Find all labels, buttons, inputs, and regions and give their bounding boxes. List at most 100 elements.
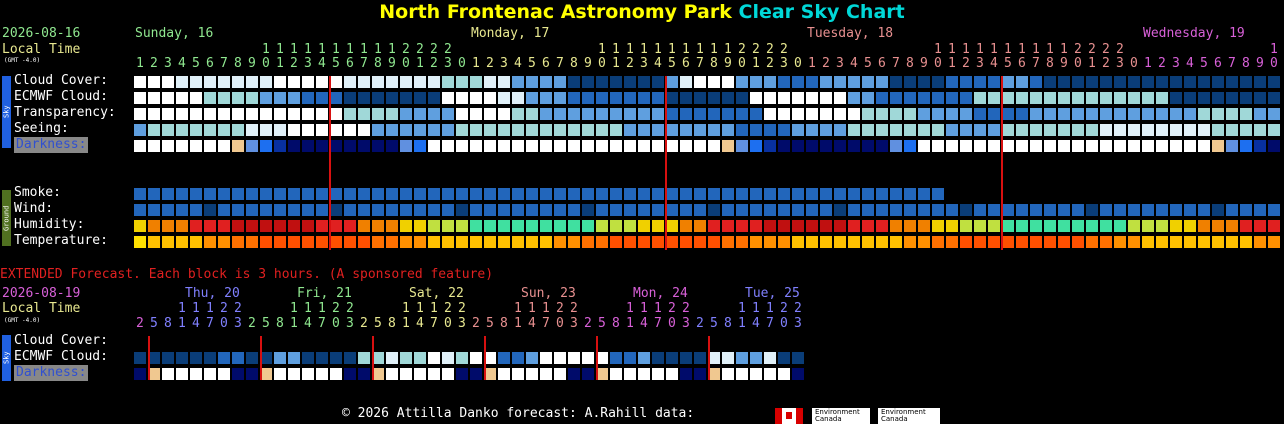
humidity-block[interactable] — [960, 220, 972, 232]
dark-block[interactable] — [1184, 140, 1196, 152]
transparency-block[interactable] — [540, 108, 552, 120]
smoke-block[interactable] — [162, 188, 174, 200]
humidity-block[interactable] — [456, 220, 468, 232]
temperature-block[interactable] — [1156, 236, 1168, 248]
transparency-block[interactable] — [400, 108, 412, 120]
seeing-block[interactable] — [456, 124, 468, 136]
cloud-block[interactable] — [666, 76, 678, 88]
transparency-block[interactable] — [246, 108, 258, 120]
seeing-block[interactable] — [820, 124, 832, 136]
cloud-block[interactable] — [722, 76, 734, 88]
dark-block[interactable] — [428, 140, 440, 152]
ecmwf-block[interactable] — [358, 92, 370, 104]
ecmwf-block[interactable] — [1072, 92, 1084, 104]
dark-block[interactable] — [316, 140, 328, 152]
humidity-block[interactable] — [862, 220, 874, 232]
ecmwf-block[interactable] — [246, 92, 258, 104]
ext-dark-block[interactable] — [246, 368, 258, 380]
transparency-block[interactable] — [806, 108, 818, 120]
temperature-block[interactable] — [1254, 236, 1266, 248]
smoke-block[interactable] — [358, 188, 370, 200]
humidity-block[interactable] — [680, 220, 692, 232]
cloud-block[interactable] — [974, 76, 986, 88]
seeing-block[interactable] — [1072, 124, 1084, 136]
dark-block[interactable] — [596, 140, 608, 152]
smoke-block[interactable] — [414, 188, 426, 200]
cloud-block[interactable] — [652, 76, 664, 88]
dark-block[interactable] — [372, 140, 384, 152]
seeing-block[interactable] — [232, 124, 244, 136]
ext-cloud-block[interactable] — [204, 352, 216, 364]
wind-block[interactable] — [414, 204, 426, 216]
cloud-block[interactable] — [680, 76, 692, 88]
temperature-block[interactable] — [1170, 236, 1182, 248]
seeing-block[interactable] — [638, 124, 650, 136]
humidity-block[interactable] — [708, 220, 720, 232]
ext-dark-block[interactable] — [666, 368, 678, 380]
temperature-block[interactable] — [484, 236, 496, 248]
ecmwf-block[interactable] — [876, 92, 888, 104]
smoke-block[interactable] — [540, 188, 552, 200]
wind-block[interactable] — [778, 204, 790, 216]
humidity-block[interactable] — [1030, 220, 1042, 232]
dark-block[interactable] — [946, 140, 958, 152]
ext-dark-block[interactable] — [680, 368, 692, 380]
smoke-block[interactable] — [526, 188, 538, 200]
wind-block[interactable] — [330, 204, 342, 216]
seeing-block[interactable] — [1058, 124, 1070, 136]
transparency-block[interactable] — [274, 108, 286, 120]
transparency-block[interactable] — [974, 108, 986, 120]
humidity-block[interactable] — [1016, 220, 1028, 232]
cloud-block[interactable] — [778, 76, 790, 88]
cloud-block[interactable] — [638, 76, 650, 88]
temperature-block[interactable] — [134, 236, 146, 248]
seeing-block[interactable] — [1156, 124, 1168, 136]
ext-cloud-block[interactable] — [400, 352, 412, 364]
smoke-block[interactable] — [666, 188, 678, 200]
ext-cloud-block[interactable] — [428, 352, 440, 364]
dark-block[interactable] — [890, 140, 902, 152]
ext-dark-block[interactable] — [750, 368, 762, 380]
ecmwf-block[interactable] — [190, 92, 202, 104]
ecmwf-block[interactable] — [988, 92, 1000, 104]
temperature-block[interactable] — [1212, 236, 1224, 248]
ext-cloud-block[interactable] — [456, 352, 468, 364]
ecmwf-block[interactable] — [904, 92, 916, 104]
temperature-block[interactable] — [1016, 236, 1028, 248]
ext-dark-block[interactable] — [764, 368, 776, 380]
ext-cloud-block[interactable] — [330, 352, 342, 364]
seeing-block[interactable] — [246, 124, 258, 136]
dark-block[interactable] — [792, 140, 804, 152]
ext-cloud-block[interactable] — [442, 352, 454, 364]
dark-block[interactable] — [498, 140, 510, 152]
cloud-block[interactable] — [918, 76, 930, 88]
transparency-block[interactable] — [316, 108, 328, 120]
wind-block[interactable] — [1240, 204, 1252, 216]
transparency-block[interactable] — [386, 108, 398, 120]
cloud-block[interactable] — [960, 76, 972, 88]
humidity-block[interactable] — [526, 220, 538, 232]
wind-block[interactable] — [1254, 204, 1266, 216]
cloud-block[interactable] — [344, 76, 356, 88]
cloud-block[interactable] — [274, 76, 286, 88]
transparency-block[interactable] — [526, 108, 538, 120]
dark-block[interactable] — [1142, 140, 1154, 152]
humidity-block[interactable] — [400, 220, 412, 232]
humidity-block[interactable] — [1184, 220, 1196, 232]
temperature-block[interactable] — [1058, 236, 1070, 248]
cloud-block[interactable] — [1142, 76, 1154, 88]
ext-dark-block[interactable] — [330, 368, 342, 380]
seeing-block[interactable] — [260, 124, 272, 136]
temperature-block[interactable] — [582, 236, 594, 248]
smoke-block[interactable] — [890, 188, 902, 200]
wind-block[interactable] — [134, 204, 146, 216]
seeing-block[interactable] — [274, 124, 286, 136]
temperature-block[interactable] — [988, 236, 1000, 248]
cloud-block[interactable] — [1268, 76, 1280, 88]
cloud-block[interactable] — [1226, 76, 1238, 88]
temperature-block[interactable] — [666, 236, 678, 248]
cloud-block[interactable] — [386, 76, 398, 88]
cloud-block[interactable] — [1044, 76, 1056, 88]
cloud-block[interactable] — [1128, 76, 1140, 88]
ext-dark-block[interactable] — [288, 368, 300, 380]
